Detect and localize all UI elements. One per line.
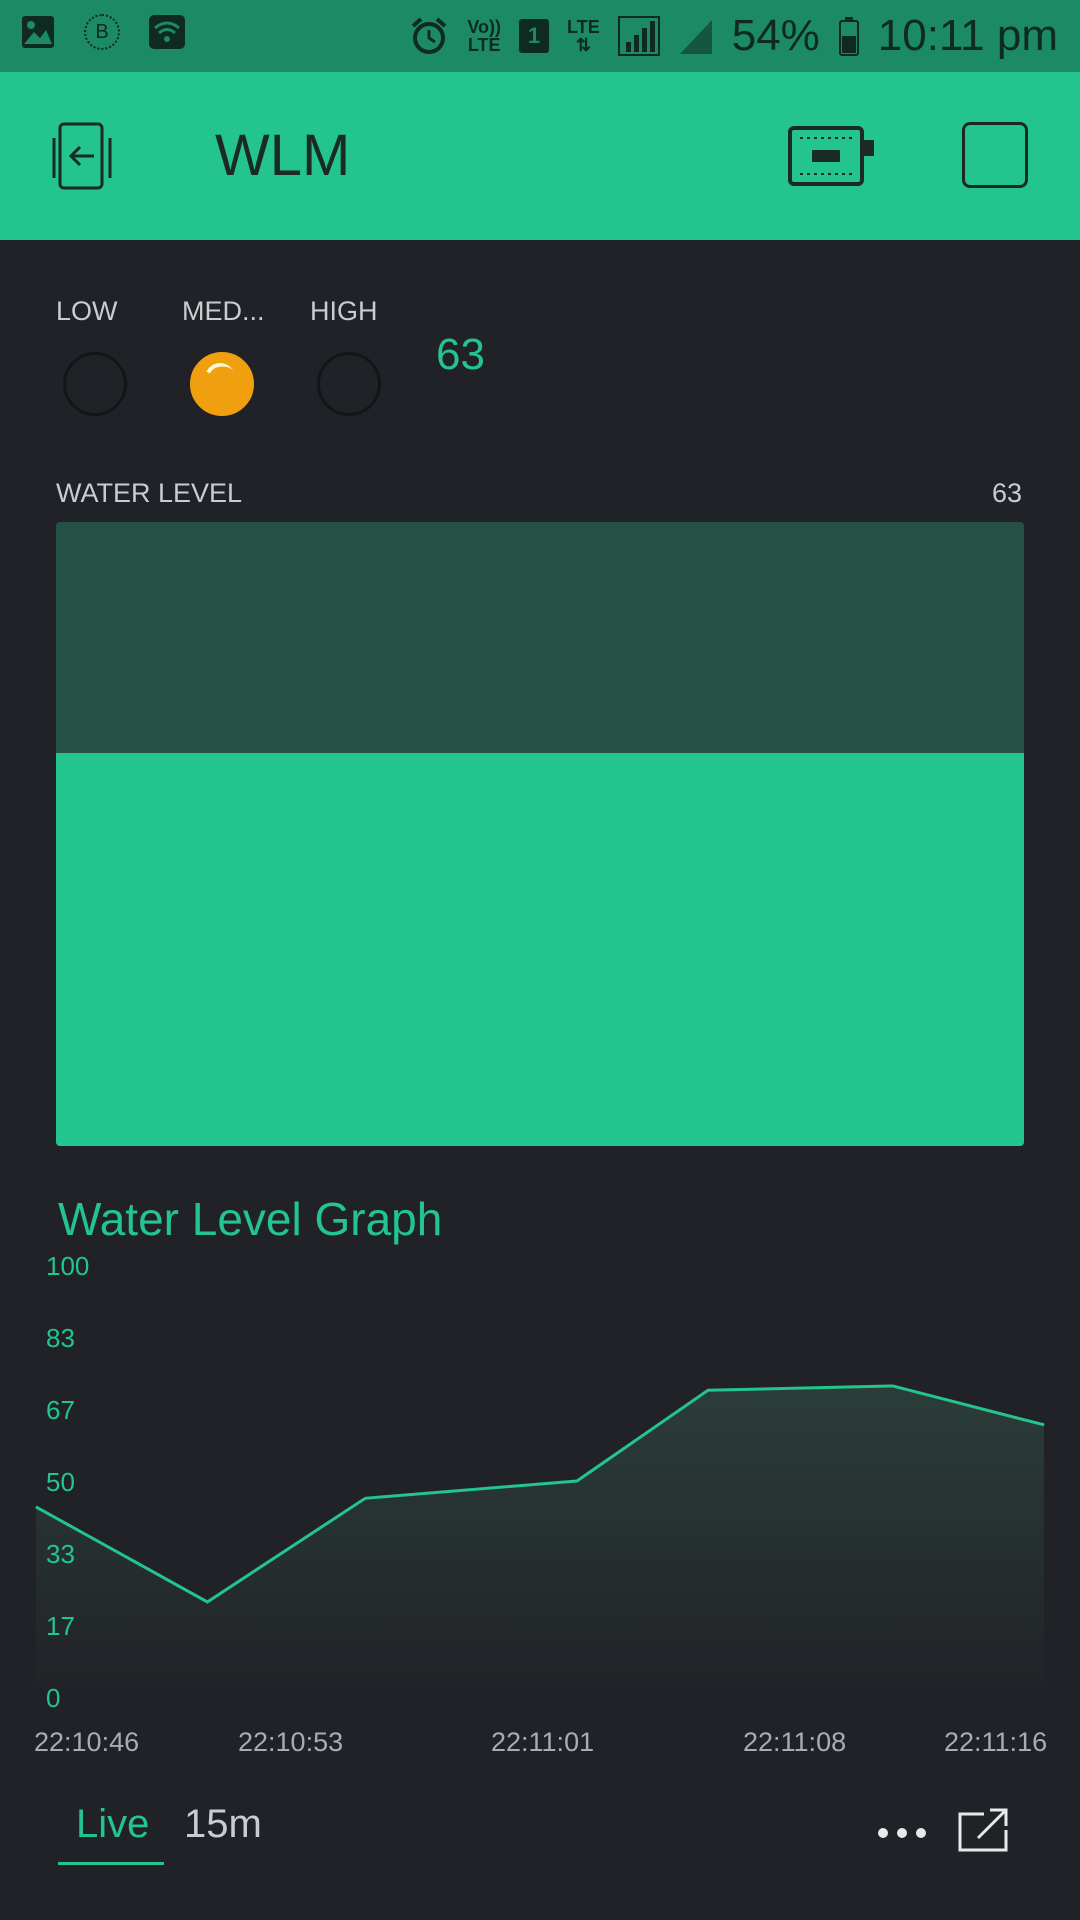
export-icon[interactable] bbox=[956, 1806, 1012, 1854]
x-tick-label: 22:11:08 bbox=[743, 1727, 846, 1757]
app-bar: WLM bbox=[0, 72, 1080, 240]
lte-icon: LTE ⇅ bbox=[567, 17, 600, 55]
signal-icon bbox=[617, 16, 660, 56]
chart-point bbox=[364, 1497, 366, 1499]
chart-point bbox=[576, 1480, 578, 1482]
level-value: 63 bbox=[991, 478, 1022, 508]
more-icon[interactable] bbox=[876, 1812, 928, 1852]
value-display: 63 bbox=[436, 330, 485, 379]
tab-live-underline bbox=[58, 1862, 164, 1865]
bluetooth-icon: B bbox=[84, 14, 120, 50]
wifi-icon bbox=[149, 15, 185, 49]
level-bar-fill bbox=[56, 752, 1024, 1146]
y-tick-label: 83 bbox=[46, 1323, 75, 1353]
led-label-low: LOW bbox=[56, 296, 118, 326]
x-tick-label: 22:10:46 bbox=[34, 1727, 139, 1757]
alarm-icon bbox=[412, 17, 447, 54]
y-tick-label: 100 bbox=[46, 1251, 89, 1281]
x-tick-label: 22:11:01 bbox=[491, 1727, 594, 1757]
sim-icon: 1 bbox=[519, 19, 550, 53]
led-label-medium: MED... bbox=[182, 296, 265, 326]
image-icon bbox=[22, 16, 54, 48]
clock: 10:11 pm bbox=[877, 11, 1058, 60]
x-tick-label: 22:10:53 bbox=[238, 1727, 343, 1757]
led-high bbox=[317, 352, 381, 416]
y-tick-label: 67 bbox=[46, 1395, 75, 1425]
level-label: WATER LEVEL bbox=[56, 478, 243, 508]
chart-point bbox=[206, 1601, 208, 1603]
level-bar bbox=[56, 522, 1024, 1146]
status-bar: B Vo)) LTE 1 LTE ⇅ 54% 10:11 pm bbox=[0, 0, 1080, 72]
y-tick-label: 50 bbox=[46, 1467, 75, 1497]
battery-icon bbox=[838, 17, 859, 56]
volte-icon: Vo)) LTE bbox=[467, 17, 502, 55]
tab-15m[interactable]: 15m bbox=[184, 1802, 262, 1847]
signal-icon bbox=[679, 20, 712, 54]
led-label-high: HIGH bbox=[310, 296, 378, 326]
y-tick-label: 0 bbox=[46, 1683, 60, 1713]
led-low bbox=[63, 352, 127, 416]
chart-point bbox=[892, 1385, 894, 1387]
battery-percent: 54% bbox=[731, 11, 820, 60]
back-icon[interactable] bbox=[46, 122, 118, 192]
led-medium bbox=[190, 352, 254, 416]
water-level-chart[interactable]: 100 83 67 50 33 17 0 22:10:46 22:10:53 22:11:01 22… bbox=[0, 1240, 1080, 1760]
app-title: WLM bbox=[215, 123, 351, 188]
y-tick-label: 17 bbox=[46, 1611, 75, 1641]
chart-point bbox=[1043, 1424, 1045, 1426]
graph-title: Water Level Graph bbox=[58, 1193, 443, 1245]
y-tick-label: 33 bbox=[46, 1539, 75, 1569]
x-tick-label: 22:11:16 bbox=[944, 1727, 1047, 1757]
chart-point bbox=[35, 1506, 37, 1508]
square-icon[interactable] bbox=[962, 122, 1028, 188]
tab-live[interactable]: Live bbox=[76, 1802, 149, 1847]
chart-point bbox=[707, 1389, 709, 1391]
chart-area bbox=[36, 1385, 1044, 1697]
device-icon[interactable] bbox=[788, 124, 876, 188]
